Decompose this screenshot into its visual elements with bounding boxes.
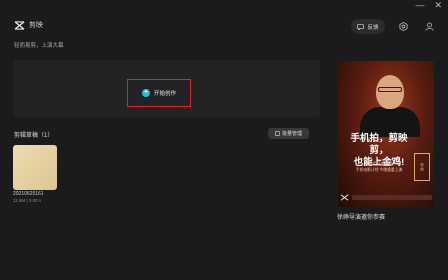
window-controls: — ✕: [415, 0, 442, 11]
settings-button[interactable]: [395, 19, 411, 34]
banner-glasses: [378, 87, 402, 92]
draft-meta: 11.5M | 0.00 s: [13, 198, 42, 203]
gear-icon: [398, 22, 408, 31]
user-icon: [424, 22, 434, 31]
draft-thumbnail[interactable]: [13, 145, 57, 190]
banner-sub-line2: 手机电影计划 今晚隆重上演: [355, 168, 403, 172]
banner-footer: [340, 192, 432, 203]
capcut-logo-icon: [14, 20, 25, 30]
draft-name: 20210625161: [13, 191, 44, 197]
draft-card[interactable]: 20210625161 11.5M | 0.00 s: [13, 145, 57, 203]
start-creating-label: 开始创作: [153, 91, 176, 97]
batch-manage-label: 批量管理: [281, 131, 302, 137]
close-button[interactable]: ✕: [434, 0, 442, 11]
app-slogan: 轻而易剪，上演大幕: [14, 43, 64, 49]
user-button[interactable]: [421, 19, 437, 34]
feedback-button[interactable]: 反馈: [351, 19, 385, 34]
plus-icon: +: [141, 89, 150, 97]
feedback-label: 反馈: [367, 24, 379, 31]
drafts-title: 剪辑草稿（1）: [14, 133, 54, 139]
banner-subtitle: 金鸡奖导演 李虎 手机电影计划 今晚隆重上演: [346, 161, 412, 173]
title-bar: — ✕: [0, 0, 448, 12]
minimize-button[interactable]: —: [415, 0, 424, 11]
banner-person-head: [376, 75, 404, 109]
promo-banner[interactable]: 手机拍，剪映剪， 也能上金鸡! 金鸡奖导演 李虎 手机电影计划 今晚隆重上演 李…: [338, 61, 434, 207]
start-creating-button[interactable]: + 开始创作: [127, 79, 191, 107]
banner-signature: 李虎: [414, 153, 430, 181]
banner-footer-bar: [352, 195, 432, 200]
batch-manage-button[interactable]: 批量管理: [268, 128, 309, 139]
app-logo: 剪映: [14, 20, 43, 30]
feedback-icon: [357, 23, 365, 30]
banner-headline-line1: 手机拍，剪映剪，: [350, 133, 408, 156]
manage-icon: [275, 131, 280, 136]
capcut-logo-icon: [340, 194, 349, 201]
banner-caption[interactable]: 徐峥导演邀你参赛: [337, 212, 385, 221]
app-name: 剪映: [29, 22, 43, 29]
